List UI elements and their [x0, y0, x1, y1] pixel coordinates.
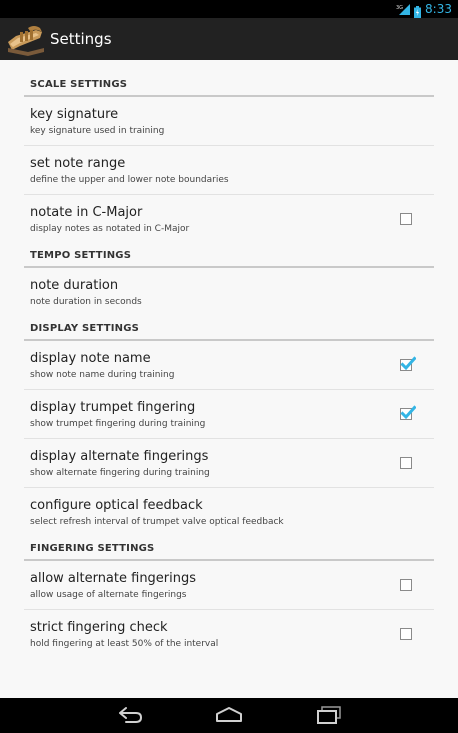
status-bar: 3G 8:33 — [0, 0, 458, 18]
pref-strict-fingering-check[interactable]: strict fingering check hold fingering at… — [24, 610, 434, 659]
settings-list: SCALE SETTINGS key signature key signatu… — [24, 60, 434, 659]
network-type-label: 3G — [396, 5, 403, 11]
pref-summary: note duration in seconds — [30, 297, 142, 307]
section-title: TEMPO SETTINGS — [30, 250, 132, 261]
checkmark-icon — [400, 405, 416, 420]
pref-note-duration[interactable]: note duration note duration in seconds — [24, 268, 434, 317]
battery-icon — [414, 3, 422, 18]
pref-title: set note range — [30, 156, 126, 171]
pref-key-signature[interactable]: key signature key signature used in trai… — [24, 97, 434, 146]
pref-title: allow alternate fingerings — [30, 571, 197, 586]
section-title: FINGERING SETTINGS — [30, 543, 155, 554]
checkbox-notate-c-major[interactable] — [400, 213, 412, 225]
pref-title: display alternate fingerings — [30, 449, 209, 464]
section-title: SCALE SETTINGS — [30, 79, 128, 90]
recent-apps-icon[interactable] — [314, 705, 344, 725]
checkbox-display-note-name[interactable] — [400, 356, 416, 371]
checkmark-icon — [400, 356, 416, 371]
pref-summary: allow usage of alternate fingerings — [30, 590, 187, 600]
pref-allow-alternate-fingerings[interactable]: allow alternate fingerings allow usage o… — [24, 561, 434, 610]
pref-display-trumpet-fingering[interactable]: display trumpet fingering show trumpet f… — [24, 390, 434, 439]
pref-title: notate in C-Major — [30, 205, 143, 220]
pref-title: note duration — [30, 278, 119, 293]
section-header-tempo: TEMPO SETTINGS — [24, 244, 434, 268]
checkbox-allow-alternate-fingerings[interactable] — [400, 579, 412, 591]
section-header-scale: SCALE SETTINGS — [24, 60, 434, 97]
settings-content: SCALE SETTINGS key signature key signatu… — [0, 60, 458, 698]
trumpet-app-icon[interactable] — [6, 22, 46, 56]
action-bar-title: Settings — [50, 30, 112, 48]
signal-icon: 3G — [396, 3, 411, 15]
checkbox-display-trumpet-fingering[interactable] — [400, 405, 416, 420]
checkbox-display-alternate-fingerings[interactable] — [400, 457, 412, 469]
pref-set-note-range[interactable]: set note range define the upper and lowe… — [24, 146, 434, 195]
pref-title: display trumpet fingering — [30, 400, 196, 415]
back-icon[interactable] — [114, 705, 144, 725]
pref-title: configure optical feedback — [30, 498, 203, 513]
pref-summary: display notes as notated in C-Major — [30, 224, 190, 234]
pref-configure-optical-feedback[interactable]: configure optical feedback select refres… — [24, 488, 434, 537]
section-header-display: DISPLAY SETTINGS — [24, 317, 434, 341]
status-clock: 8:33 — [425, 2, 452, 16]
pref-title: strict fingering check — [30, 620, 168, 635]
pref-summary: show note name during training — [30, 370, 175, 380]
pref-display-alternate-fingerings[interactable]: display alternate fingerings show altern… — [24, 439, 434, 488]
pref-summary: hold fingering at least 50% of the inter… — [30, 639, 219, 649]
pref-summary: select refresh interval of trumpet valve… — [30, 517, 284, 527]
checkbox-strict-fingering-check[interactable] — [400, 628, 412, 640]
pref-summary: define the upper and lower note boundari… — [30, 175, 229, 185]
nav-bar — [0, 698, 458, 733]
pref-summary: key signature used in training — [30, 126, 165, 136]
pref-title: key signature — [30, 107, 119, 122]
pref-notate-c-major[interactable]: notate in C-Major display notes as notat… — [24, 195, 434, 244]
home-icon[interactable] — [214, 705, 244, 725]
action-bar: Settings — [0, 18, 458, 60]
pref-display-note-name[interactable]: display note name show note name during … — [24, 341, 434, 390]
pref-summary: show trumpet fingering during training — [30, 419, 206, 429]
pref-title: display note name — [30, 351, 151, 366]
section-title: DISPLAY SETTINGS — [30, 323, 140, 334]
pref-summary: show alternate fingering during training — [30, 468, 210, 478]
section-header-fingering: FINGERING SETTINGS — [24, 537, 434, 561]
